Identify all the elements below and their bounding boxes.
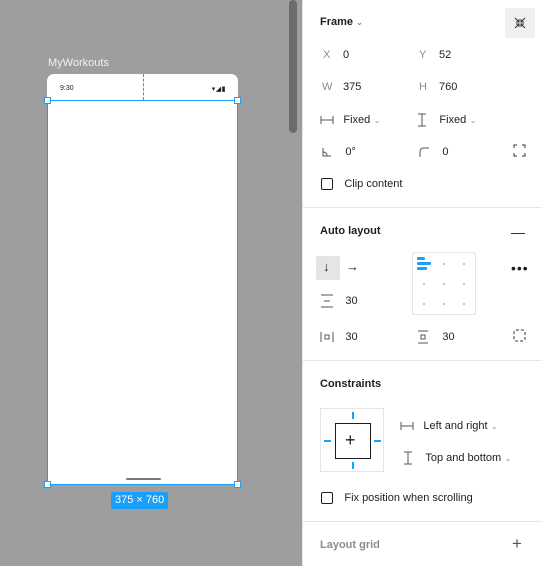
arrow-down-icon: ↓ bbox=[323, 259, 330, 274]
direction-vertical-button[interactable]: ↓ bbox=[316, 256, 340, 280]
independent-corners-button[interactable] bbox=[513, 144, 526, 160]
horizontal-padding-field[interactable]: 30 bbox=[320, 329, 358, 343]
constraints-title: Constraints bbox=[320, 378, 382, 390]
h-field[interactable]: 760 bbox=[439, 81, 457, 93]
arrow-right-icon: → bbox=[346, 259, 359, 274]
add-layout-grid-button[interactable]: + bbox=[512, 534, 522, 554]
divider bbox=[303, 360, 541, 361]
properties-panel: Frame ⌄ X 0 Y 52 W 375 H 760 Fixed ⌄ Fix… bbox=[302, 0, 541, 566]
status-time: 9:30 bbox=[60, 85, 74, 92]
collapse-button[interactable] bbox=[505, 8, 535, 38]
frame-name-label[interactable]: MyWorkouts bbox=[48, 57, 109, 69]
height-resizing-select[interactable]: Fixed ⌄ bbox=[416, 112, 476, 127]
y-label: Y bbox=[419, 49, 427, 61]
resize-handle-bottom-right[interactable] bbox=[234, 481, 241, 488]
constraint-bottom[interactable] bbox=[352, 462, 354, 469]
constraint-left[interactable] bbox=[324, 440, 331, 442]
auto-layout-title: Auto layout bbox=[320, 225, 381, 237]
w-label: W bbox=[322, 81, 333, 93]
vertical-spacing-icon bbox=[321, 294, 333, 308]
constraint-right[interactable] bbox=[374, 440, 381, 442]
individual-padding-icon bbox=[513, 329, 526, 342]
horizontal-constraint-icon bbox=[400, 421, 414, 430]
vertical-resize-icon bbox=[418, 113, 426, 127]
selection-outline bbox=[47, 100, 238, 485]
resize-handle-top-right[interactable] bbox=[234, 97, 241, 104]
minimize-icon bbox=[514, 17, 526, 29]
fix-position-checkbox[interactable]: Fix position when scrolling bbox=[321, 490, 473, 504]
corner-radius-field[interactable]: 0 bbox=[419, 144, 448, 158]
center-guide bbox=[143, 74, 144, 100]
status-icons: ▾◢▮ bbox=[211, 86, 226, 93]
constraint-top[interactable] bbox=[352, 412, 354, 419]
rotation-icon bbox=[322, 147, 331, 157]
home-indicator bbox=[126, 478, 161, 480]
h-label: H bbox=[419, 81, 427, 93]
w-field[interactable]: 375 bbox=[343, 81, 361, 93]
horizontal-resize-icon bbox=[320, 115, 334, 124]
size-badge: 375 × 760 bbox=[111, 492, 169, 509]
canvas-scrollbar[interactable] bbox=[289, 0, 297, 133]
resize-handle-top-left[interactable] bbox=[44, 97, 51, 104]
x-label: X bbox=[323, 49, 331, 61]
chevron-down-icon: ⌄ bbox=[356, 18, 363, 27]
vertical-constraint-select[interactable]: Top and bottom ⌄ bbox=[402, 450, 511, 465]
horizontal-padding-icon bbox=[320, 331, 334, 342]
corners-icon bbox=[513, 144, 526, 157]
direction-horizontal-button[interactable]: → bbox=[346, 259, 359, 274]
item-spacing-field[interactable]: 30 bbox=[320, 293, 358, 308]
plus-icon: + bbox=[345, 430, 356, 450]
frame-section-title[interactable]: Frame ⌄ bbox=[320, 16, 363, 28]
alignment-grid[interactable] bbox=[412, 252, 476, 315]
clip-content-checkbox[interactable]: Clip content bbox=[321, 176, 402, 190]
individual-padding-button[interactable] bbox=[513, 329, 526, 345]
more-options-icon[interactable]: ••• bbox=[511, 260, 529, 276]
vertical-padding-field[interactable]: 30 bbox=[417, 329, 455, 344]
constraints-widget[interactable]: + bbox=[320, 408, 384, 472]
rotation-field[interactable]: 0° bbox=[322, 144, 356, 158]
x-field[interactable]: 0 bbox=[343, 49, 349, 61]
layout-grid-title: Layout grid bbox=[320, 539, 380, 551]
width-resizing-select[interactable]: Fixed ⌄ bbox=[320, 112, 380, 126]
divider bbox=[303, 207, 541, 208]
corner-radius-icon bbox=[419, 147, 429, 157]
vertical-padding-icon bbox=[418, 330, 428, 344]
vertical-constraint-icon bbox=[404, 451, 412, 465]
divider bbox=[303, 521, 541, 522]
resize-handle-bottom-left[interactable] bbox=[44, 481, 51, 488]
remove-auto-layout-button[interactable]: — bbox=[511, 224, 525, 240]
horizontal-constraint-select[interactable]: Left and right ⌄ bbox=[400, 418, 498, 432]
y-field[interactable]: 52 bbox=[439, 49, 451, 61]
